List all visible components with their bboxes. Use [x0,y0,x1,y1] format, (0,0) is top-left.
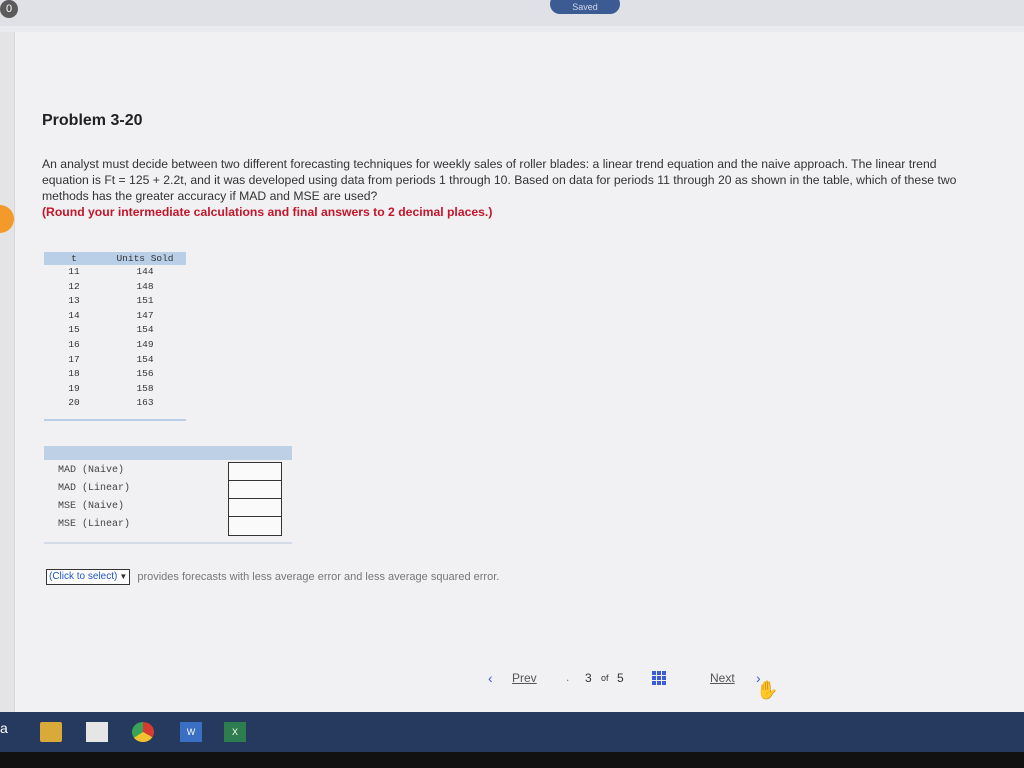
units-cell: 156 [136,368,154,380]
method-select-line: (Click to select) ▼ provides forecasts wi… [46,569,499,585]
answer-row-mad-linear: MAD (Linear) [44,480,292,500]
answer-table: MAD (Naive) MAD (Linear) MSE (Naive) MSE… [44,446,292,546]
header-units-sold: Units Sold [116,253,174,264]
chrome-icon[interactable] [132,722,154,742]
header-period: t [71,253,77,264]
question-grid-icon[interactable] [652,671,666,685]
file-explorer-icon[interactable] [40,722,62,742]
units-cell: 148 [136,280,154,292]
mad-naive-input[interactable] [228,462,282,482]
next-link[interactable]: Next [710,671,735,685]
page-of-label: of [601,673,609,683]
units-cell: 144 [136,266,154,277]
taskbar-edge-label: a [0,720,8,736]
answer-table-bottom [44,542,292,544]
rounding-instruction: (Round your intermediate calculations an… [42,205,493,219]
top-strip [0,0,1024,26]
table-underline [44,419,186,421]
current-page: 3 [585,671,592,685]
units-cell: 147 [136,309,154,321]
table-header: t Units Sold [44,252,186,265]
method-select-dropdown[interactable]: (Click to select) ▼ [46,569,131,585]
problem-text: An analyst must decide between two diffe… [42,157,957,203]
period-cell: 18 [68,368,80,380]
word-icon[interactable]: W [180,722,202,742]
table-row: 19 158 [44,382,186,397]
method-select-suffix: provides forecasts with less average err… [137,571,500,583]
mse-linear-input[interactable] [228,516,282,536]
hand-cursor-icon: ✋ [756,680,779,700]
answer-table-header [44,446,292,460]
answer-row-mse-naive: MSE (Naive) [44,498,292,518]
table-row: 15 154 [44,323,186,338]
units-cell: 154 [136,353,154,365]
units-cell: 158 [136,382,154,394]
table-row: 20 163 [44,396,186,411]
period-cell: 20 [68,397,80,409]
saved-status-pill: Saved [550,0,620,14]
monitor-bezel [0,752,1024,768]
taskbar: a W X [0,712,1024,752]
prev-chevron-icon[interactable]: ‹ [488,670,493,686]
mad-linear-label: MAD (Linear) [58,483,131,494]
table-row: 16 149 [44,338,186,353]
period-cell: 14 [68,309,80,321]
screen: 0 Saved Problem 3-20 An analyst must dec… [0,0,1024,712]
mad-naive-label: MAD (Naive) [58,465,125,476]
table-row: 12 148 [44,280,186,295]
table-row: 17 154 [44,353,186,368]
mse-linear-label: MSE (Linear) [58,519,131,530]
separator-dot: . [566,670,570,684]
prev-link[interactable]: Prev [512,671,537,685]
period-cell: 11 [68,266,80,277]
units-cell: 151 [136,295,154,307]
table-row: 14 147 [44,309,186,324]
period-cell: 17 [68,353,80,365]
answer-row-mse-linear: MSE (Linear) [44,516,292,536]
period-cell: 15 [68,324,80,336]
total-pages: 5 [617,671,624,685]
mail-icon[interactable] [86,722,108,742]
period-cell: 19 [68,382,80,394]
table-row: 18 156 [44,367,186,382]
top-left-badge: 0 [0,0,18,18]
table-row: 11 144 [44,265,186,280]
problem-statement: An analyst must decide between two diffe… [42,156,962,220]
units-cell: 149 [136,338,154,350]
mse-naive-input[interactable] [228,498,282,518]
period-cell: 16 [68,338,80,350]
dropdown-arrow-icon: ▼ [119,572,128,581]
problem-title: Problem 3-20 [42,112,143,129]
mse-naive-label: MSE (Naive) [58,501,125,512]
mad-linear-input[interactable] [228,480,282,500]
period-cell: 13 [68,295,80,307]
sales-data-table: t Units Sold 11 144 12 148 13 151 14 147 15 1… [44,252,186,411]
units-cell: 163 [136,397,154,409]
method-select-value: (Click to select) [49,571,118,582]
left-sidebar-strip [0,32,14,712]
answer-row-mad-naive: MAD (Naive) [44,462,292,482]
period-cell: 12 [68,280,80,292]
excel-icon[interactable]: X [224,722,246,742]
units-cell: 154 [136,324,154,336]
table-row: 13 151 [44,294,186,309]
